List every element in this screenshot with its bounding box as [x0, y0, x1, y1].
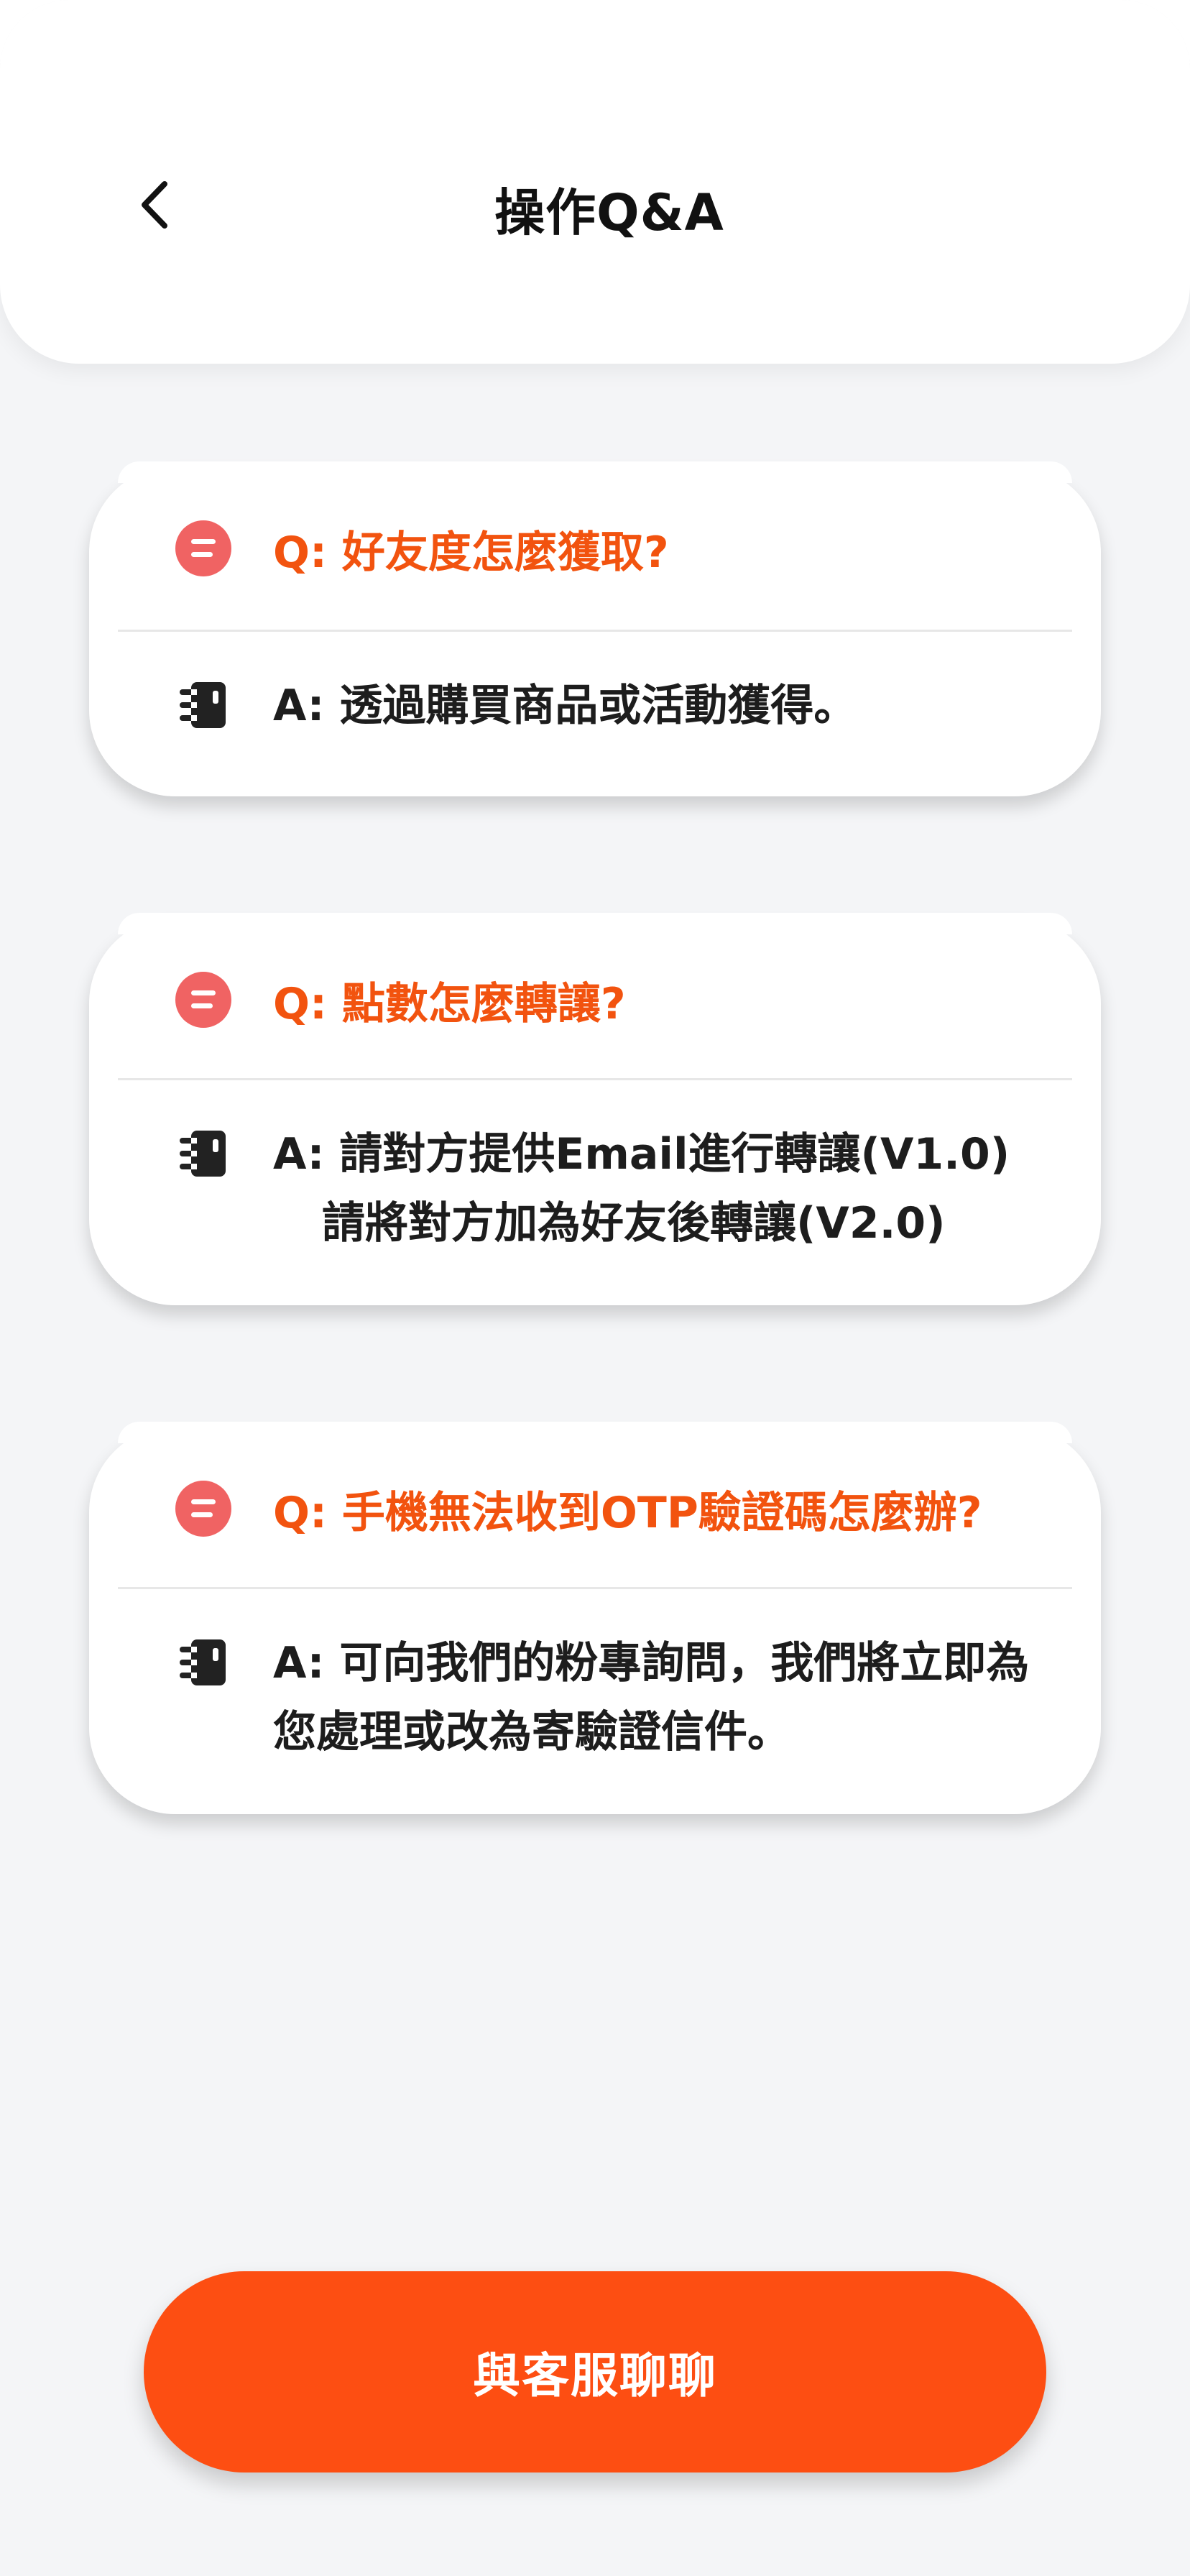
chat-bubble-icon: [175, 1481, 231, 1537]
faq-answer: A: 請對方提供Email進行轉讓(V1.0) 請將對方加為好友後轉讓(V2.0…: [273, 1120, 1065, 1258]
faq-answer-line: 您處理或改為寄驗證信件。: [273, 1707, 790, 1757]
faq-question-row[interactable]: Q: 點數怎麼轉讓?: [89, 917, 1101, 1082]
header-bar: 操作Q&A: [0, 0, 1190, 364]
notebook-icon: [180, 682, 226, 728]
faq-question-row[interactable]: Q: 好友度怎麼獲取?: [89, 466, 1101, 631]
faq-answer-row: A: 透過購買商品或活動獲得。: [89, 632, 1101, 796]
faq-answer: A: 透過購買商品或活動獲得。: [273, 671, 1065, 740]
faq-answer-line: A: 可向我們的粉專詢問，我們將立即為: [273, 1638, 1030, 1688]
faq-answer: A: 可向我們的粉專詢問，我們將立即為 您處理或改為寄驗證信件。: [273, 1629, 1065, 1767]
chat-bubble-icon: [175, 520, 231, 576]
faq-answer-line: A: 請對方提供Email進行轉讓(V1.0): [273, 1129, 1010, 1179]
faq-answer-line: A: 透過購買商品或活動獲得。: [273, 681, 857, 731]
notebook-icon: [180, 1131, 226, 1177]
faq-question-row[interactable]: Q: 手機無法收到OTP驗證碼怎麼辦?: [89, 1426, 1101, 1591]
faq-question: Q: 好友度怎麼獲取?: [273, 527, 669, 578]
chat-bubble-icon: [175, 972, 231, 1028]
faq-question: Q: 手機無法收到OTP驗證碼怎麼辦?: [273, 1487, 982, 1538]
faq-answer-line: 請將對方加為好友後轉讓(V2.0): [322, 1198, 946, 1248]
faq-card: Q: 點數怎麼轉讓? A: 請對方提供Email進行轉讓(V1.0) 請將對方加…: [89, 913, 1101, 1305]
faq-card: Q: 好友度怎麼獲取? A: 透過購買商品或活動獲得。: [89, 461, 1101, 796]
faq-card: Q: 手機無法收到OTP驗證碼怎麼辦? A: 可向我們的粉專詢問，我們將立即為 …: [89, 1422, 1101, 1814]
contact-support-label: 與客服聊聊: [473, 2348, 717, 2404]
divider: [118, 1078, 1072, 1080]
divider: [118, 1587, 1072, 1589]
page-title: 操作Q&A: [494, 183, 724, 242]
contact-support-button[interactable]: 與客服聊聊: [144, 2271, 1046, 2472]
notebook-icon: [180, 1639, 226, 1685]
faq-question: Q: 點數怎麼轉讓?: [273, 978, 626, 1029]
faq-screen: 操作Q&A Q: 好友度怎麼獲取? A: 透過購買商品或活動獲得。 Q: 點數怎…: [0, 0, 1190, 2576]
